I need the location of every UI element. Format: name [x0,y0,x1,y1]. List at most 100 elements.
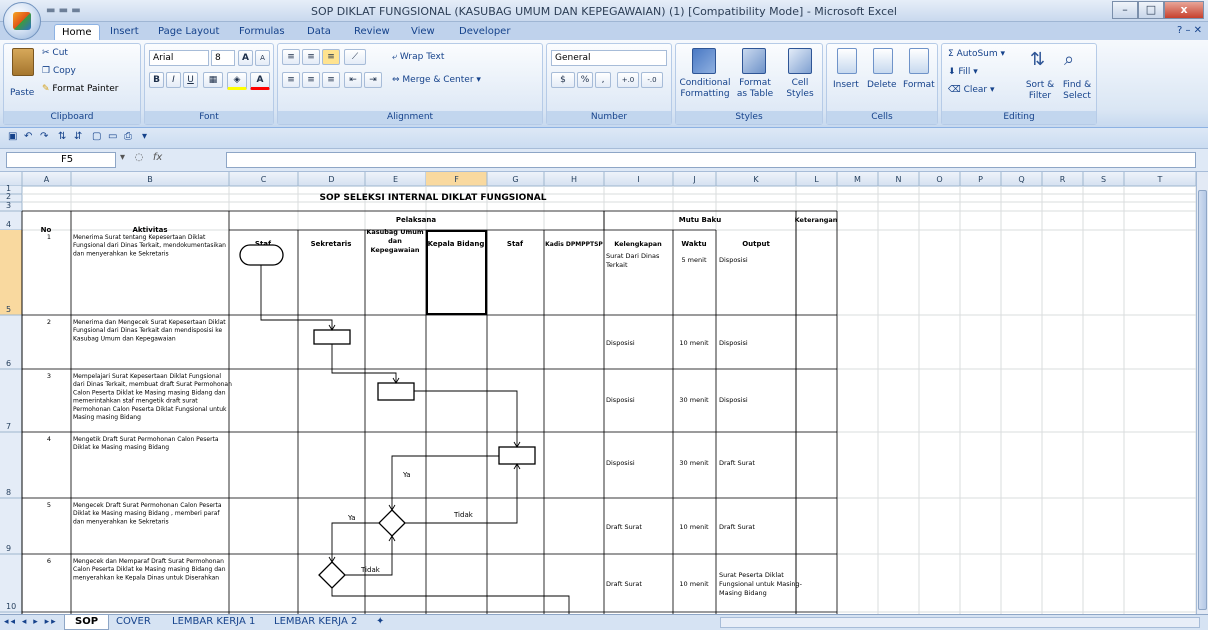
format-button[interactable]: Format [903,80,935,91]
font-name-select[interactable]: Arial [149,50,209,66]
comma-button[interactable]: , [595,72,611,88]
align-center-icon[interactable]: ≡ [302,72,320,88]
align-right-icon[interactable]: ≡ [322,72,340,88]
minimize-button[interactable]: – [1112,1,1138,19]
step-aktivitas: Diklat ke Masing masing Bidang [73,444,169,451]
title-bar: ▬ ▬ ▬ SOP DIKLAT FUNGSIONAL (KASUBAG UMU… [0,0,1208,22]
sort-asc-icon[interactable]: ⇅ [58,131,66,142]
fill-button[interactable]: ⬇ Fill ▾ [948,67,978,78]
sort-filter-button[interactable]: Sort & Filter [1022,80,1058,102]
new-file-icon[interactable]: ▢ [92,131,101,142]
fill-color-button[interactable]: ◈ [227,72,247,90]
delete-button[interactable]: Delete [867,80,897,91]
number-format-select[interactable]: General [551,50,667,66]
sort-desc-icon[interactable]: ⇵ [74,131,82,142]
step-no: 5 [47,501,51,509]
find-select-button[interactable]: Find & Select [1058,80,1096,102]
help-window-controls[interactable]: ? – ✕ [1177,25,1202,36]
worksheet[interactable]: ABCDEFGHIJKLMNOPQRST1234567891011SOP SEL… [0,172,1208,614]
align-middle-icon[interactable]: ≡ [302,49,320,65]
align-top-icon[interactable]: ≡ [282,49,300,65]
grow-font-button[interactable]: A [238,50,253,66]
row-header-2: 2 [6,192,11,201]
increase-decimal-icon[interactable]: +.0 [617,72,639,88]
horizontal-scrollbar[interactable] [720,617,1200,628]
maximize-button[interactable]: □ [1138,1,1164,19]
sheet-tab-cover[interactable]: COVER [106,615,161,630]
sheet-tab-lembar-kerja-2[interactable]: LEMBAR KERJA 2 [264,615,367,630]
tab-home[interactable]: Home [54,24,100,40]
worksheet-grid[interactable]: ABCDEFGHIJKLMNOPQRST1234567891011SOP SEL… [0,172,1197,614]
borders-button[interactable]: ▦ [203,72,223,88]
insert-sheet-icon[interactable]: ✦ [366,615,394,630]
clear-button[interactable]: ⌫ Clear ▾ [948,85,995,96]
row-header-7: 7 [6,422,11,431]
align-bottom-icon[interactable]: ≡ [322,49,340,65]
tab-view[interactable]: View [404,24,442,40]
copy-button[interactable]: ❐ Copy [42,66,76,77]
header-sub: Staf [507,240,524,248]
sheet-tab-sop[interactable]: SOP [64,615,110,630]
tab-developer[interactable]: Developer [452,24,517,40]
tab-formulas[interactable]: Formulas [232,24,292,40]
redo-icon[interactable]: ↷ [40,131,48,142]
conditional-formatting-button[interactable]: Conditional Formatting [678,78,732,100]
cell-styles-icon [788,48,812,74]
office-button[interactable] [3,2,41,40]
insert-button[interactable]: Insert [833,80,859,91]
format-as-table-button[interactable]: Format as Table [734,78,776,100]
shrink-font-button[interactable]: A [255,50,270,66]
flow-label-tidak: Tidak [453,511,474,519]
undo-icon[interactable]: ↶ [24,131,32,142]
fx-icon[interactable]: fx [153,152,162,163]
cancel-icon[interactable]: ◌ [135,152,144,163]
copy-label: Copy [52,66,76,76]
step-aktivitas: Permohonan Calon Peserta Diklat Fungsion… [73,406,227,413]
sheet-nav-buttons[interactable]: ◂◂ ◂ ▸ ▸▸ [4,617,58,627]
header-sub: Kelengkapan [614,240,662,248]
quick-access-toolbar: ▣ ↶ ↷ ⇅ ⇵ ▢ ▭ ⎙ ▾ [0,128,1208,149]
step-aktivitas: Calon Peserta Diklat ke Masing masing Bi… [73,389,226,396]
connector [331,588,570,614]
decrease-decimal-icon[interactable]: -.0 [641,72,663,88]
cell-styles-button[interactable]: Cell Styles [780,78,820,100]
tab-review[interactable]: Review [347,24,397,40]
autosum-button[interactable]: Σ AutoSum ▾ [948,49,1005,60]
vertical-scrollbar[interactable] [1196,172,1208,614]
increase-indent-icon[interactable]: ⇥ [364,72,382,88]
dropdown-icon[interactable]: ▾ [120,152,128,163]
underline-button[interactable]: U [183,72,198,88]
save-icon[interactable]: ▣ [8,131,17,142]
print-preview-icon[interactable]: ⎙ [124,131,132,142]
format-painter-label: Format Painter [52,84,119,94]
bold-button[interactable]: B [149,72,164,88]
paste-button[interactable]: Paste [10,88,34,99]
tab-data[interactable]: Data [300,24,338,40]
brush-icon: ✎ [42,84,53,94]
font-size-select[interactable]: 8 [211,50,235,66]
bucket-icon: ◈ [233,75,241,85]
window-title: SOP DIKLAT FUNGSIONAL (KASUBAG UMUM DAN … [311,5,897,18]
customize-qat-icon[interactable]: ▾ [142,131,147,142]
cut-button[interactable]: ✂ Cut [42,48,68,59]
italic-button[interactable]: I [166,72,181,88]
merge-center-button[interactable]: ⇔ Merge & Center ▾ [392,75,481,86]
tab-insert[interactable]: Insert [103,24,146,40]
vertical-scroll-thumb[interactable] [1198,190,1207,610]
sheet-tab-lembar-kerja-1[interactable]: LEMBAR KERJA 1 [162,615,265,630]
tab-page-layout[interactable]: Page Layout [151,24,226,40]
step-output: Disposisi [719,396,748,404]
wrap-text-button[interactable]: ⤶ Wrap Text [392,52,444,63]
percent-button[interactable]: % [577,72,593,88]
name-box[interactable]: F5 [6,152,116,168]
font-label: Font [145,111,273,124]
orientation-icon[interactable]: ⟋ [344,49,366,65]
decrease-indent-icon[interactable]: ⇤ [344,72,362,88]
currency-icon[interactable]: $ [551,72,575,88]
close-button[interactable]: x [1164,1,1204,19]
format-painter-button[interactable]: ✎ Format Painter [42,84,119,95]
formula-input[interactable] [226,152,1196,168]
open-folder-icon[interactable]: ▭ [108,131,117,142]
align-left-icon[interactable]: ≡ [282,72,300,88]
font-color-button[interactable]: A [250,72,270,90]
